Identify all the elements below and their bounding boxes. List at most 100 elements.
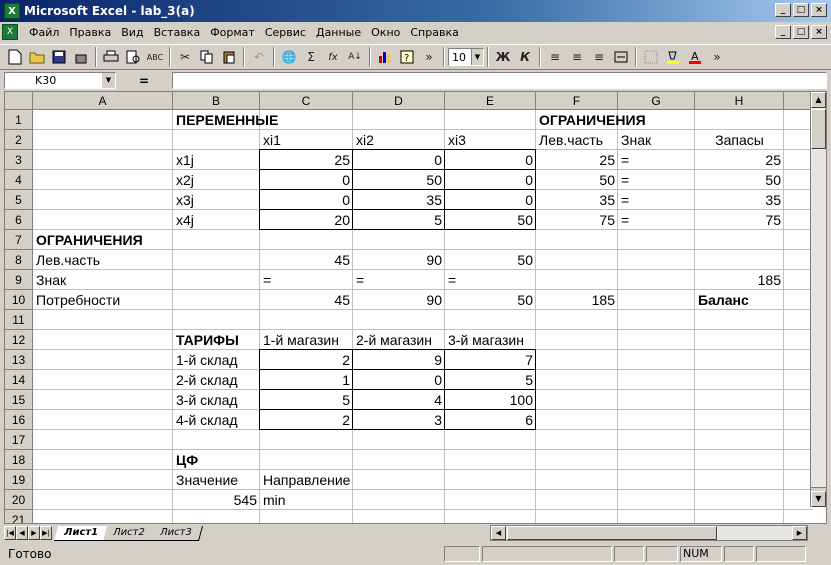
print-preview-icon[interactable]: [122, 46, 144, 68]
cell-E13[interactable]: 7: [445, 350, 536, 370]
print-icon[interactable]: [100, 46, 122, 68]
row-header-16[interactable]: 16: [5, 410, 33, 430]
cell-E9[interactable]: =: [445, 270, 459, 290]
cell-G4[interactable]: =: [618, 170, 632, 190]
menu-edit[interactable]: Правка: [64, 26, 116, 39]
cell-C12[interactable]: 1-й магазин: [260, 330, 342, 350]
row-header-7[interactable]: 7: [5, 230, 33, 250]
cell-F4[interactable]: 50: [536, 170, 618, 190]
sort-ascending-icon[interactable]: A↓: [344, 46, 366, 68]
menu-file[interactable]: Файл: [24, 26, 64, 39]
cell-B18[interactable]: ЦФ: [173, 450, 201, 470]
cell-C3[interactable]: 25: [260, 150, 353, 170]
row-header-17[interactable]: 17: [5, 430, 33, 450]
column-header-D[interactable]: D: [353, 92, 445, 110]
cell-G5[interactable]: =: [618, 190, 632, 210]
scroll-down-icon[interactable]: ▼: [811, 491, 826, 507]
cell-C20[interactable]: min: [260, 490, 289, 510]
undo-icon[interactable]: ↶: [248, 46, 270, 68]
cell-E10[interactable]: 50: [445, 290, 536, 310]
last-sheet-icon[interactable]: ▶|: [40, 526, 52, 540]
name-box-dropdown-icon[interactable]: ▼: [102, 73, 115, 88]
toolbar-options-icon[interactable]: »: [418, 46, 440, 68]
spreadsheet-grid[interactable]: A B C D E F G H 1 2 3 4 5 6 7 8 9 10 11 12 13 14 15 16 17 18 19 20 2…: [4, 91, 827, 524]
permission-icon[interactable]: [70, 46, 92, 68]
cell-C9[interactable]: =: [260, 270, 274, 290]
menu-help[interactable]: Справка: [405, 26, 463, 39]
cell-B1[interactable]: ПЕРЕМЕННЫЕ: [173, 110, 281, 130]
row-header-19[interactable]: 19: [5, 470, 33, 490]
hyperlink-icon[interactable]: 🌐: [278, 46, 300, 68]
font-size-dropdown-icon[interactable]: ▼: [471, 49, 483, 65]
cell-D8[interactable]: 90: [353, 250, 445, 270]
fill-color-icon[interactable]: [662, 46, 684, 68]
cell-D15[interactable]: 4: [353, 390, 445, 410]
cell-H3[interactable]: 25: [695, 150, 784, 170]
cell-H4[interactable]: 50: [695, 170, 784, 190]
row-header-10[interactable]: 10: [5, 290, 33, 310]
row-header-2[interactable]: 2: [5, 130, 33, 150]
paste-icon[interactable]: [218, 46, 240, 68]
doc-restore-button[interactable]: □: [793, 25, 809, 39]
horizontal-scrollbar[interactable]: ◀ ▶: [490, 525, 808, 541]
menu-insert[interactable]: Вставка: [149, 26, 206, 39]
row-header-12[interactable]: 12: [5, 330, 33, 350]
minimize-button[interactable]: _: [775, 3, 791, 17]
cell-D4[interactable]: 50: [353, 170, 445, 190]
cell-E4[interactable]: 0: [445, 170, 536, 190]
cell-B12[interactable]: ТАРИФЫ: [173, 330, 242, 350]
column-header-E[interactable]: E: [445, 92, 536, 110]
cell-C15[interactable]: 5: [260, 390, 353, 410]
vertical-scrollbar[interactable]: ▲ ▼: [810, 92, 826, 507]
next-sheet-icon[interactable]: ▶: [28, 526, 40, 540]
sheet-tab-2[interactable]: Лист2: [102, 525, 156, 541]
cell-C8[interactable]: 45: [260, 250, 353, 270]
maximize-button[interactable]: □: [793, 3, 809, 17]
cell-D2[interactable]: xi2: [353, 130, 377, 150]
excel-app-icon[interactable]: X: [4, 3, 20, 19]
cell-B5[interactable]: x3j: [173, 190, 197, 210]
workbook-icon[interactable]: X: [2, 24, 18, 40]
cell-F3[interactable]: 25: [536, 150, 618, 170]
help-icon[interactable]: ?: [396, 46, 418, 68]
merge-center-icon[interactable]: [610, 46, 632, 68]
horizontal-scroll-thumb[interactable]: [507, 526, 717, 540]
row-header-14[interactable]: 14: [5, 370, 33, 390]
cell-E3[interactable]: 0: [445, 150, 536, 170]
menu-window[interactable]: Окно: [366, 26, 405, 39]
column-header-A[interactable]: A: [33, 92, 173, 110]
cell-D9[interactable]: =: [353, 270, 367, 290]
cell-C10[interactable]: 45: [260, 290, 353, 310]
sheet-tab-3[interactable]: Лист3: [149, 525, 203, 541]
column-header-G[interactable]: G: [618, 92, 695, 110]
row-header-8[interactable]: 8: [5, 250, 33, 270]
toolbar-options-icon-2[interactable]: »: [706, 46, 728, 68]
row-header-1[interactable]: 1: [5, 110, 33, 130]
row-header-6[interactable]: 6: [5, 210, 33, 230]
close-button[interactable]: ×: [811, 3, 827, 17]
cell-F1[interactable]: ОГРАНИЧЕНИЯ: [536, 110, 649, 130]
cell-G2[interactable]: Знак: [618, 130, 654, 150]
column-header-H[interactable]: H: [695, 92, 784, 110]
doc-minimize-button[interactable]: _: [775, 25, 791, 39]
cell-F10[interactable]: 185: [536, 290, 618, 310]
cell-D13[interactable]: 9: [353, 350, 445, 370]
vertical-scroll-thumb[interactable]: [811, 109, 826, 149]
borders-icon[interactable]: [640, 46, 662, 68]
save-icon[interactable]: [48, 46, 70, 68]
scroll-right-icon[interactable]: ▶: [792, 526, 807, 540]
cell-E16[interactable]: 6: [445, 410, 536, 430]
row-header-5[interactable]: 5: [5, 190, 33, 210]
row-header-21[interactable]: 21: [5, 510, 33, 523]
italic-button[interactable]: К: [514, 46, 536, 68]
cut-icon[interactable]: ✂: [174, 46, 196, 68]
cell-D6[interactable]: 5: [353, 210, 445, 230]
font-color-icon[interactable]: A: [684, 46, 706, 68]
cell-C14[interactable]: 1: [260, 370, 353, 390]
copy-icon[interactable]: [196, 46, 218, 68]
row-header-20[interactable]: 20: [5, 490, 33, 510]
menu-view[interactable]: Вид: [116, 26, 148, 39]
menu-format[interactable]: Формат: [205, 26, 260, 39]
scroll-left-icon[interactable]: ◀: [491, 526, 506, 540]
cell-E8[interactable]: 50: [445, 250, 536, 270]
